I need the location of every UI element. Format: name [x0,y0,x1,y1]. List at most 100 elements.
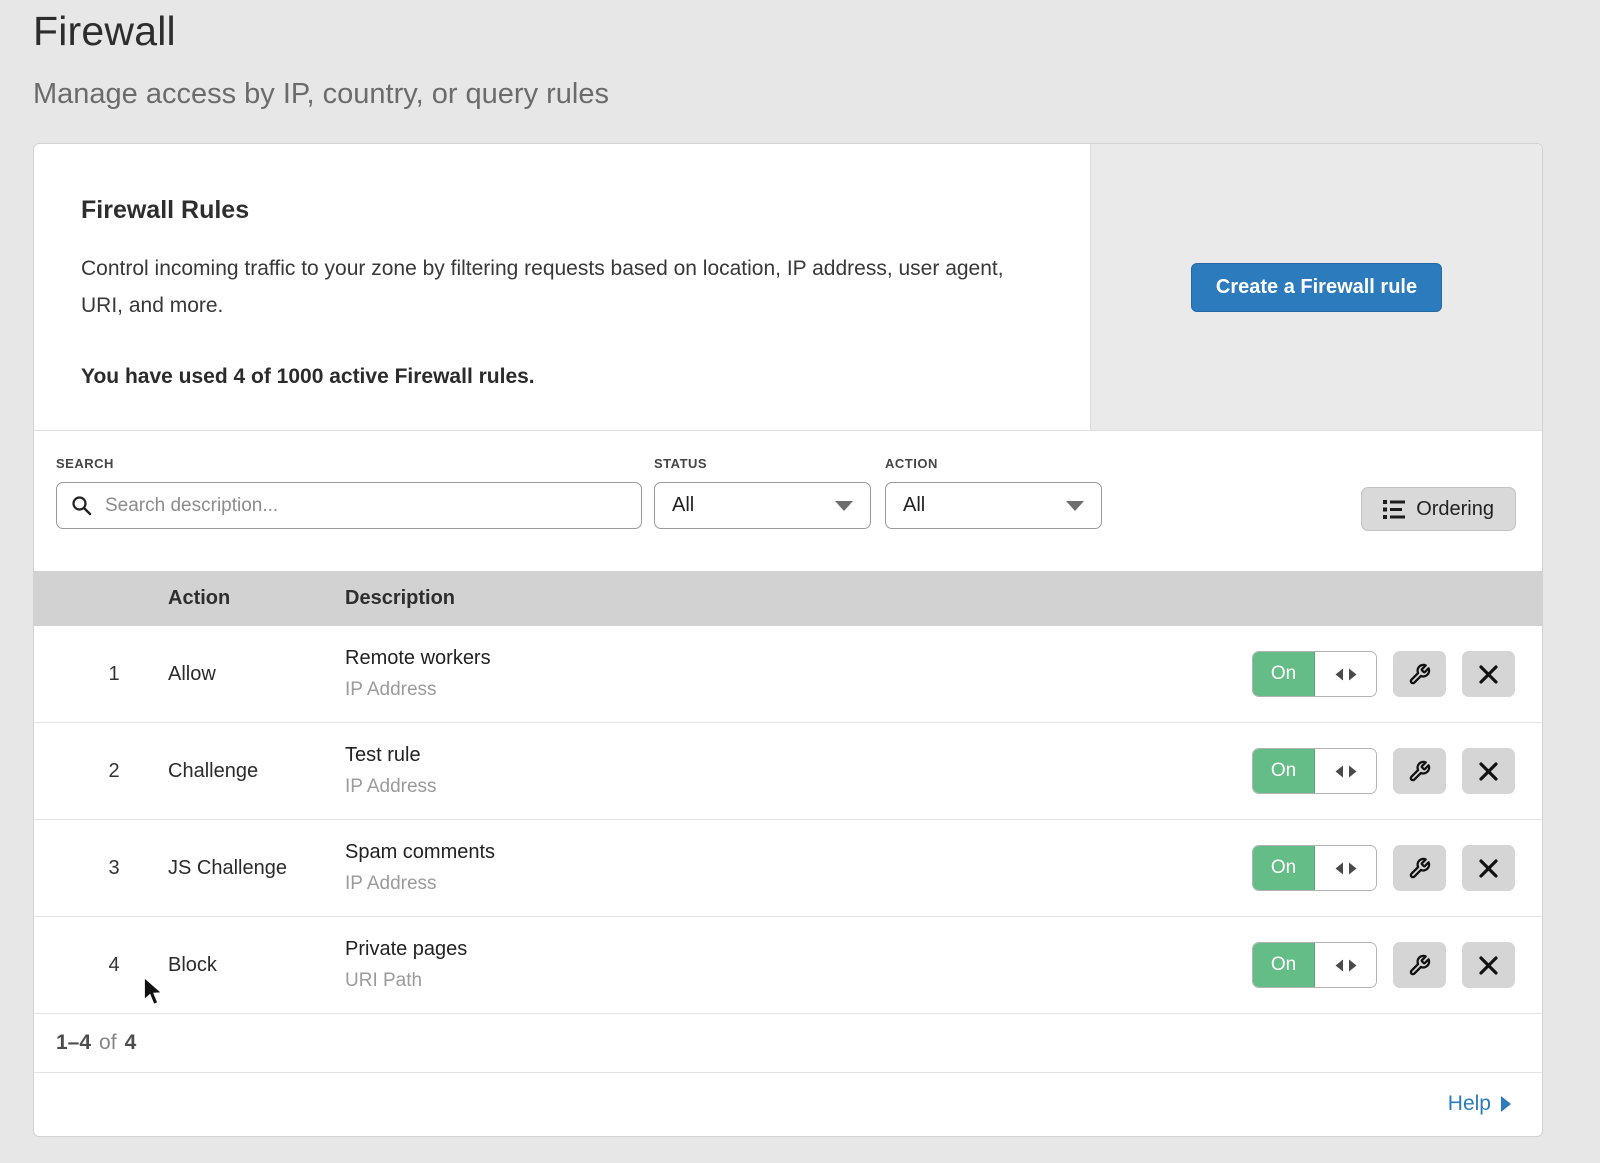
card-header-text: Firewall Rules Control incoming traffic … [34,144,1090,430]
rule-enabled-toggle[interactable]: On [1252,845,1377,891]
wrench-icon [1408,760,1431,783]
status-select[interactable]: All [654,482,871,529]
filters-bar: SEARCH STATUS All ACTION All [34,431,1542,571]
action-label: ACTION [885,456,1102,471]
toggle-on-label: On [1253,846,1315,890]
rule-description-cell: Remote workers IP Address [345,647,1252,701]
rule-enabled-toggle[interactable]: On [1252,748,1377,794]
rule-description: Private pages [345,938,1252,961]
rule-match-type: IP Address [345,873,1252,895]
rule-priority: 4 [34,954,168,977]
delete-rule-button[interactable] [1462,942,1515,988]
action-filter: ACTION All [885,456,1102,529]
edit-rule-button[interactable] [1393,651,1446,697]
column-header-action: Action [168,587,345,610]
left-right-arrows-icon [1335,862,1357,875]
close-icon [1479,956,1498,975]
delete-rule-button[interactable] [1462,651,1515,697]
rule-description: Spam comments [345,841,1252,864]
page-subtitle: Manage access by IP, country, or query r… [33,78,1600,111]
chevron-down-icon [835,501,853,511]
toggle-handle[interactable] [1315,749,1376,793]
help-link[interactable]: Help [1448,1092,1511,1116]
close-icon [1479,859,1498,878]
rule-action: Allow [168,663,345,686]
pagination-range: 1–4 [56,1031,91,1055]
table-header: Action Description [34,571,1542,626]
left-right-arrows-icon [1335,668,1357,681]
usage-summary: You have used 4 of 1000 active Firewall … [81,365,1030,389]
toggle-handle[interactable] [1315,943,1376,987]
delete-rule-button[interactable] [1462,748,1515,794]
close-icon [1479,762,1498,781]
pagination-total: 4 [125,1031,137,1055]
wrench-icon [1408,663,1431,686]
page-title: Firewall [33,8,1600,55]
rule-enabled-toggle[interactable]: On [1252,651,1377,697]
toggle-handle[interactable] [1315,846,1376,890]
firewall-rules-card: Firewall Rules Control incoming traffic … [33,143,1543,1137]
toggle-on-label: On [1253,749,1315,793]
rule-controls: On [1252,748,1542,794]
rule-enabled-toggle[interactable]: On [1252,942,1377,988]
help-link-label: Help [1448,1092,1491,1116]
edit-rule-button[interactable] [1393,942,1446,988]
rule-description: Remote workers [345,647,1252,670]
rule-description-cell: Spam comments IP Address [345,841,1252,895]
chevron-down-icon [1066,501,1084,511]
edit-rule-button[interactable] [1393,845,1446,891]
delete-rule-button[interactable] [1462,845,1515,891]
help-row: Help [34,1073,1542,1135]
edit-rule-button[interactable] [1393,748,1446,794]
pagination: 1–4 of 4 [34,1014,1542,1073]
toggle-on-label: On [1253,943,1315,987]
rule-controls: On [1252,651,1542,697]
table-row: 4 Block Private pages URI Path On [34,917,1542,1014]
rule-priority: 3 [34,857,168,880]
status-select-value: All [672,494,694,517]
status-label: STATUS [654,456,871,471]
wrench-icon [1408,954,1431,977]
help-arrow-icon [1501,1096,1511,1112]
table-row: 1 Allow Remote workers IP Address On [34,626,1542,723]
toggle-handle[interactable] [1315,652,1376,696]
rule-description-cell: Private pages URI Path [345,938,1252,992]
search-box[interactable] [56,482,642,529]
create-firewall-rule-button[interactable]: Create a Firewall rule [1191,263,1442,312]
rule-controls: On [1252,845,1542,891]
action-select[interactable]: All [885,482,1102,529]
card-description: Control incoming traffic to your zone by… [81,250,1030,324]
rule-action: Block [168,954,345,977]
table-row: 2 Challenge Test rule IP Address On [34,723,1542,820]
rule-description-cell: Test rule IP Address [345,744,1252,798]
wrench-icon [1408,857,1431,880]
rule-action: Challenge [168,760,345,783]
rule-description: Test rule [345,744,1252,767]
rule-priority: 1 [34,663,168,686]
left-right-arrows-icon [1335,765,1357,778]
left-right-arrows-icon [1335,959,1357,972]
card-title: Firewall Rules [81,196,1030,225]
page-header: Firewall Manage access by IP, country, o… [0,0,1600,111]
ordered-list-icon [1383,500,1405,519]
rule-action: JS Challenge [168,857,345,880]
toggle-on-label: On [1253,652,1315,696]
close-icon [1479,665,1498,684]
pagination-of: of [99,1031,117,1055]
rule-priority: 2 [34,760,168,783]
rule-match-type: IP Address [345,679,1252,701]
search-icon [71,495,92,516]
search-label: SEARCH [56,456,642,471]
rule-match-type: IP Address [345,776,1252,798]
table-row: 3 JS Challenge Spam comments IP Address … [34,820,1542,917]
card-header: Firewall Rules Control incoming traffic … [34,144,1542,431]
column-header-description: Description [345,587,455,610]
search-input[interactable] [103,494,627,518]
ordering-button-label: Ordering [1416,498,1494,521]
create-rule-panel: Create a Firewall rule [1090,144,1542,430]
action-select-value: All [903,494,925,517]
ordering-button[interactable]: Ordering [1361,487,1516,531]
rule-controls: On [1252,942,1542,988]
status-filter: STATUS All [654,456,871,529]
rule-match-type: URI Path [345,970,1252,992]
